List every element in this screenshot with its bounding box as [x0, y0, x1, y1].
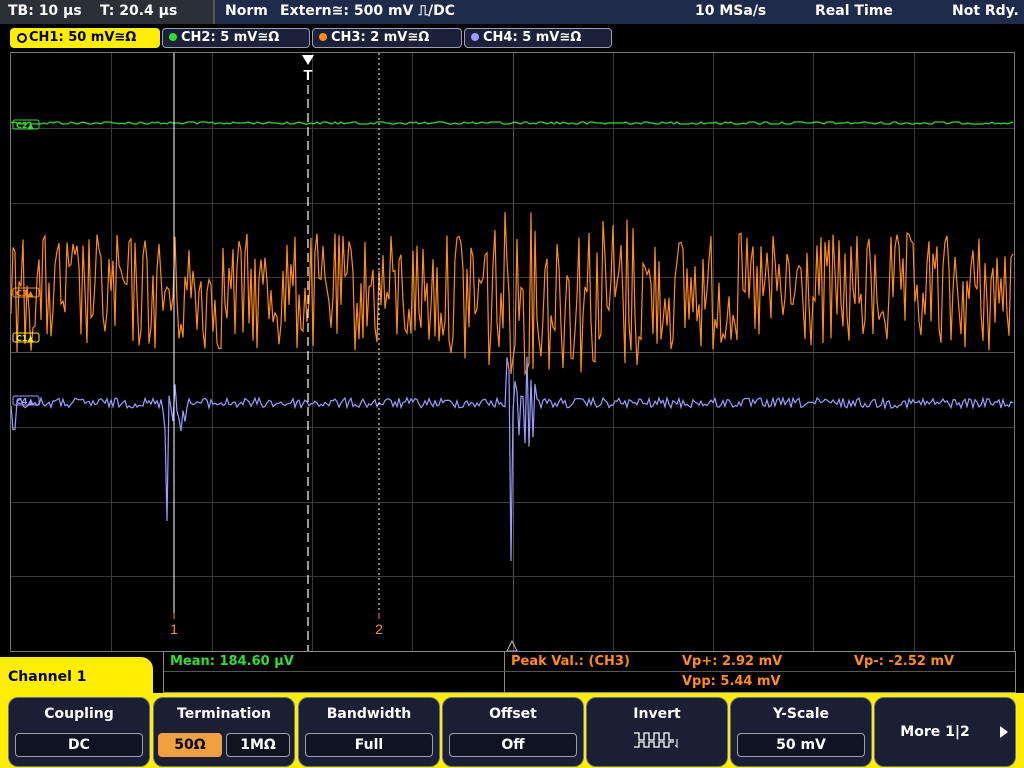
- waveform-display[interactable]: T 1 2 C2▲ C3▲ C1▲ C4▲: [10, 52, 1015, 652]
- trigger-mode: Norm: [225, 3, 268, 19]
- tab-ch2[interactable]: CH2: 5 mV≅Ω: [162, 28, 310, 48]
- peak-value-label: Peak Val.: (CH3): [511, 654, 630, 669]
- acquisition-panel[interactable]: Norm Extern≅: 500 mV ⎍/DC 10 MSa/s Real …: [215, 0, 1024, 24]
- offset-value[interactable]: Off: [449, 733, 577, 757]
- timebase-panel[interactable]: TB: 10 µs T: 20.4 µs: [0, 0, 215, 24]
- yscale-title: Y-Scale: [772, 706, 829, 722]
- offset-title: Offset: [489, 706, 537, 722]
- vpp-measurement: Vpp: 5.44 mV: [682, 674, 781, 689]
- timebase-readout: TB: 10 µs: [8, 3, 82, 19]
- cursor-2-label: 2: [375, 621, 383, 637]
- trigger-marker-label: T: [303, 67, 312, 84]
- tab-ch3-label: CH3: 2 mV≅Ω: [331, 30, 430, 45]
- termination-softkey[interactable]: Termination 50Ω 1MΩ: [153, 697, 295, 767]
- ch2-marker-label: C2▲: [16, 121, 34, 130]
- tab-ch4-label: CH4: 5 mV≅Ω: [483, 30, 582, 45]
- bandwidth-title: Bandwidth: [326, 706, 412, 722]
- bandwidth-value[interactable]: Full: [305, 733, 433, 757]
- coupling-softkey[interactable]: Coupling DC: [8, 697, 150, 767]
- vp-plus-measurement: Vp+: 2.92 mV: [682, 654, 783, 669]
- termination-title: Termination: [177, 706, 271, 722]
- tab-ch3[interactable]: CH3: 2 mV≅Ω: [312, 28, 462, 48]
- more-label: More 1|2: [900, 724, 970, 740]
- measurement-bar[interactable]: Mean: 184.60 µV Peak Val.: (CH3) Vp+: 2.…: [163, 651, 1016, 693]
- ch1-marker-label: C1▲: [16, 334, 34, 343]
- invert-softkey[interactable]: Invert: [586, 697, 728, 767]
- offset-softkey[interactable]: Offset Off: [442, 697, 584, 767]
- sample-rate: 10 MSa/s: [695, 3, 767, 19]
- center-marker-icon: [506, 639, 518, 652]
- tab-ch2-label: CH2: 5 mV≅Ω: [181, 30, 280, 45]
- invert-title: Invert: [633, 706, 681, 722]
- cursor-1-label: 1: [170, 621, 178, 637]
- ch3-trace: [10, 212, 1014, 377]
- next-page-icon: [1000, 726, 1008, 738]
- tab-ch4[interactable]: CH4: 5 mV≅Ω: [464, 28, 612, 48]
- yscale-value[interactable]: 50 mV: [737, 733, 865, 757]
- invert-waveform-icon: [634, 732, 678, 749]
- trigger-time-readout: T: 20.4 µs: [100, 3, 178, 19]
- ch2-dot-icon: [169, 33, 177, 41]
- coupling-title: Coupling: [44, 706, 114, 722]
- coupling-value[interactable]: DC: [15, 733, 143, 757]
- acquisition-status: Not Rdy.: [952, 3, 1019, 19]
- ch4-marker-label: C4▲: [16, 397, 34, 406]
- tab-ch1[interactable]: CH1: 50 mV≅Ω: [10, 28, 160, 48]
- termination-50ohm-option[interactable]: 50Ω: [158, 733, 222, 757]
- ch3-dot-icon: [319, 33, 327, 41]
- ch4-trace: [10, 356, 1014, 562]
- ch1-circle-icon: [17, 33, 27, 43]
- waveform-canvas: T 1 2 C2▲ C3▲ C1▲ C4▲: [10, 53, 1014, 652]
- yscale-softkey[interactable]: Y-Scale 50 mV: [730, 697, 872, 767]
- bandwidth-softkey[interactable]: Bandwidth Full: [298, 697, 440, 767]
- vp-minus-measurement: Vp-: -2.52 mV: [854, 654, 955, 669]
- ch3-marker-label: C3▲: [16, 289, 34, 298]
- ch2-trace: [10, 121, 1014, 125]
- menu-title: Channel 1: [8, 669, 87, 685]
- more-softkey[interactable]: More 1|2: [874, 697, 1016, 767]
- ch4-dot-icon: [471, 33, 479, 41]
- acquisition-mode: Real Time: [815, 3, 893, 19]
- trigger-source: Extern≅: 500 mV ⎍/DC: [280, 3, 456, 19]
- termination-1mohm-option[interactable]: 1MΩ: [226, 733, 290, 757]
- tab-ch1-label: CH1: 50 mV≅Ω: [29, 30, 137, 45]
- mean-measurement: Mean: 184.60 µV: [170, 654, 294, 669]
